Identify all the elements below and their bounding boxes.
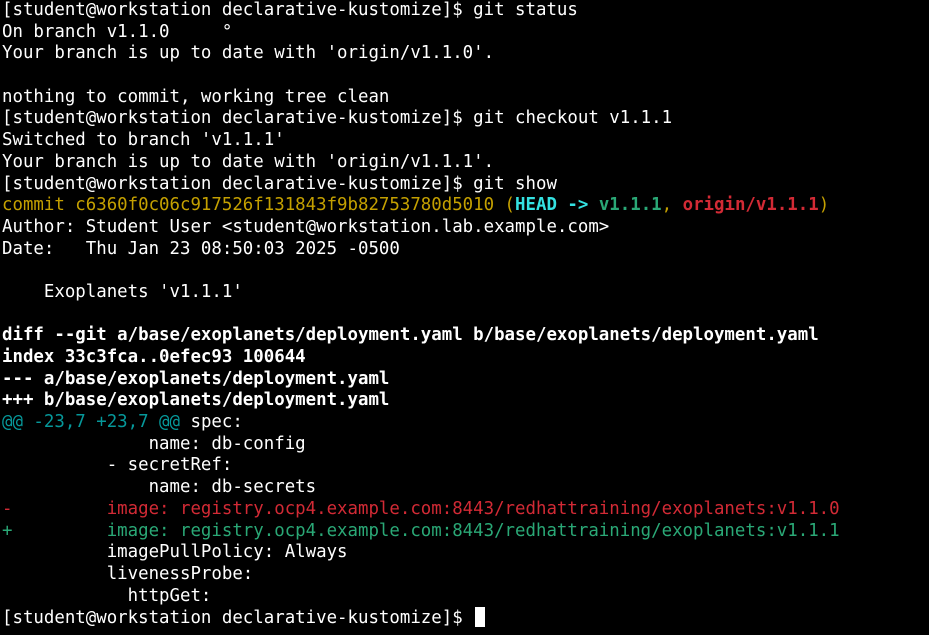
terminal-text: diff --git a/base/exoplanets/deployment.… bbox=[2, 325, 819, 346]
terminal-text: livenessProbe: bbox=[2, 563, 254, 584]
terminal-text: Your branch is up to date with 'origin/v… bbox=[2, 151, 495, 172]
terminal-line: [student@workstation declarative-kustomi… bbox=[2, 174, 929, 196]
terminal-text: +++ b/base/exoplanets/deployment.yaml bbox=[2, 390, 390, 411]
terminal-line: [student@workstation declarative-kustomi… bbox=[2, 108, 929, 130]
terminal-text: [student@workstation declarative-kustomi… bbox=[2, 608, 474, 629]
terminal-line: Switched to branch 'v1.1.1' bbox=[2, 130, 929, 152]
terminal-line: - image: registry.ocp4.example.com:8443/… bbox=[2, 499, 929, 521]
terminal-text: --- a/base/exoplanets/deployment.yaml bbox=[2, 368, 390, 389]
terminal-text: [student@workstation declarative-kustomi… bbox=[2, 108, 673, 129]
terminal-text: Your branch is up to date with 'origin/v… bbox=[2, 43, 495, 64]
terminal-text: HEAD -> bbox=[515, 195, 599, 216]
terminal-text: commit c6360f0c06c917526f131843f9b827537… bbox=[2, 195, 516, 216]
terminal-line: + image: registry.ocp4.example.com:8443/… bbox=[2, 521, 929, 543]
terminal-text: [student@workstation declarative-kustomi… bbox=[2, 173, 557, 194]
terminal-line: imagePullPolicy: Always bbox=[2, 542, 929, 564]
terminal-text: name: db-secrets bbox=[2, 477, 317, 498]
terminal-line: Exoplanets 'v1.1.1' bbox=[2, 282, 929, 304]
terminal-line: --- a/base/exoplanets/deployment.yaml bbox=[2, 369, 929, 391]
terminal-line: diff --git a/base/exoplanets/deployment.… bbox=[2, 325, 929, 347]
terminal-text: [student@workstation declarative-kustomi… bbox=[2, 0, 578, 20]
terminal-text: origin/v1.1.1 bbox=[682, 195, 819, 216]
terminal-line: livenessProbe: bbox=[2, 564, 929, 586]
terminal-line: [student@workstation declarative-kustomi… bbox=[2, 0, 929, 22]
terminal-text: Author: Student User <student@workstatio… bbox=[2, 216, 610, 237]
terminal-cursor[interactable] bbox=[475, 607, 486, 628]
terminal-text: Date: Thu Jan 23 08:50:03 2025 -0500 bbox=[2, 238, 400, 259]
terminal-line: [student@workstation declarative-kustomi… bbox=[2, 607, 929, 629]
terminal-line: - secretRef: bbox=[2, 455, 929, 477]
terminal-text: + image: registry.ocp4.example.com:8443/… bbox=[2, 520, 840, 541]
terminal-line: On branch v1.1.0 ° bbox=[2, 22, 929, 44]
terminal-line: httpGet: bbox=[2, 586, 929, 608]
terminal-text: v1.1.1 bbox=[598, 195, 662, 216]
terminal-text: nothing to commit, working tree clean bbox=[2, 86, 390, 107]
terminal-text: spec: bbox=[180, 412, 243, 433]
terminal-line: nothing to commit, working tree clean bbox=[2, 87, 929, 109]
terminal-text: - secretRef: bbox=[2, 455, 233, 476]
terminal-output: [student@workstation declarative-kustomi… bbox=[2, 0, 929, 629]
terminal-line: commit c6360f0c06c917526f131843f9b827537… bbox=[2, 195, 929, 217]
terminal-line: +++ b/base/exoplanets/deployment.yaml bbox=[2, 390, 929, 412]
terminal-text: - image: registry.ocp4.example.com:8443/… bbox=[2, 498, 840, 519]
terminal-line: index 33c3fca..0efec93 100644 bbox=[2, 347, 929, 369]
terminal-line: @@ -23,7 +23,7 @@ spec: bbox=[2, 412, 929, 434]
terminal-text: index 33c3fca..0efec93 100644 bbox=[2, 347, 306, 367]
terminal-text: httpGet: bbox=[2, 585, 212, 606]
terminal-line: name: db-secrets bbox=[2, 477, 929, 499]
terminal-line: Author: Student User <student@workstatio… bbox=[2, 217, 929, 239]
terminal-text: imagePullPolicy: Always bbox=[2, 542, 348, 563]
terminal-line: Date: Thu Jan 23 08:50:03 2025 -0500 bbox=[2, 239, 929, 261]
terminal-text: @@ -23,7 +23,7 @@ bbox=[2, 412, 180, 433]
terminal-line: name: db-config bbox=[2, 434, 929, 456]
terminal-line: Your branch is up to date with 'origin/v… bbox=[2, 152, 929, 174]
terminal-text: Switched to branch 'v1.1.1' bbox=[2, 130, 285, 151]
terminal-text: Exoplanets 'v1.1.1' bbox=[2, 281, 243, 302]
terminal-text: On branch v1.1.0 ° bbox=[2, 21, 233, 42]
terminal-text: name: db-config bbox=[2, 433, 306, 454]
terminal-line: Your branch is up to date with 'origin/v… bbox=[2, 43, 929, 65]
terminal-window[interactable]: [student@workstation declarative-kustomi… bbox=[0, 0, 929, 635]
terminal-text: , bbox=[661, 195, 683, 216]
terminal-text: ) bbox=[818, 195, 830, 216]
